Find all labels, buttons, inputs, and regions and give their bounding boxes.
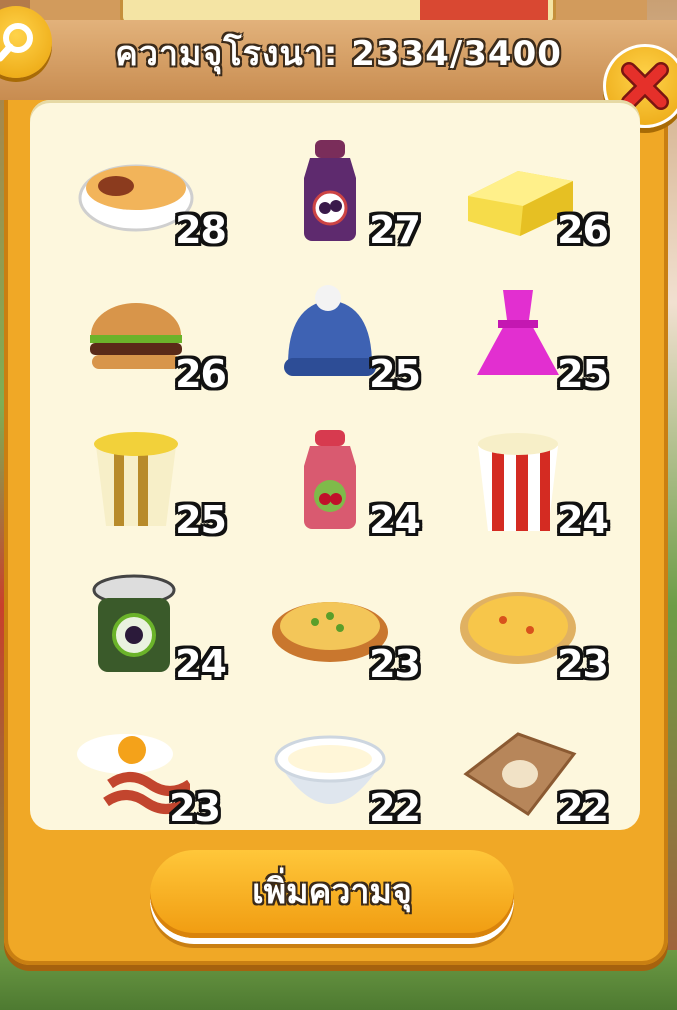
storage-item-bacon-and-eggs[interactable]: 23	[70, 714, 221, 834]
storage-item-grid: 28 27 26 26 25 25 25 24 24 24 23 23 23 2…	[30, 100, 640, 830]
storage-item-quiche[interactable]: 23	[270, 570, 421, 690]
item-count: 24	[175, 642, 227, 686]
storage-item-wool-hat[interactable]: 25	[270, 280, 421, 400]
search-button[interactable]	[0, 6, 52, 78]
item-count: 24	[557, 498, 609, 542]
item-count: 26	[175, 352, 227, 396]
item-count: 27	[369, 208, 421, 252]
item-count: 22	[557, 786, 609, 830]
barn-capacity-title: ความจุโรงนา: 2334/3400	[115, 34, 562, 74]
storage-item-pink-dress[interactable]: 25	[458, 280, 609, 400]
item-count: 23	[557, 642, 609, 686]
item-count: 24	[369, 498, 421, 542]
storage-item-shepherds-pie[interactable]: 28	[76, 136, 227, 256]
storage-item-goat-cheese-sack[interactable]: 22	[458, 714, 609, 834]
item-count: 22	[369, 786, 421, 830]
item-count: 23	[369, 642, 421, 686]
storage-item-pizza[interactable]: 23	[458, 570, 609, 690]
storage-item-hamburger[interactable]: 26	[76, 280, 227, 400]
item-count: 28	[175, 208, 227, 252]
item-count: 25	[557, 352, 609, 396]
item-count: 23	[169, 786, 221, 830]
item-count: 25	[175, 498, 227, 542]
increase-capacity-button[interactable]: เพิ่มความจุ	[150, 850, 514, 938]
storage-item-buttered-popcorn[interactable]: 25	[76, 426, 227, 546]
storage-item-popcorn[interactable]: 24	[458, 426, 609, 546]
storage-item-cream[interactable]: 22	[270, 714, 421, 834]
storage-item-blackberry-juice[interactable]: 27	[270, 136, 421, 256]
storage-item-butter[interactable]: 26	[458, 136, 609, 256]
storage-item-cherry-juice[interactable]: 24	[270, 426, 421, 546]
item-count: 26	[557, 208, 609, 252]
magnifier-icon	[0, 23, 33, 62]
storage-item-blackberry-jam[interactable]: 24	[76, 570, 227, 690]
item-count: 25	[369, 352, 421, 396]
